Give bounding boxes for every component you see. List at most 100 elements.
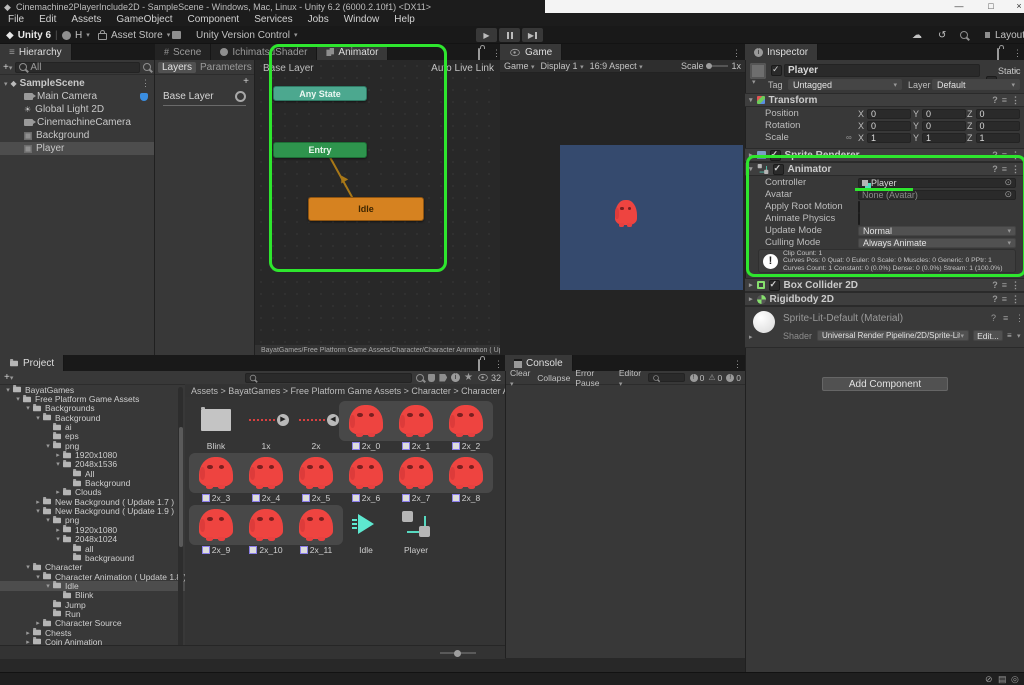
- material-caret[interactable]: ▾: [1017, 332, 1021, 340]
- project-tree-item-jump[interactable]: Jump: [0, 600, 185, 609]
- presets-icon[interactable]: ≡: [1002, 294, 1007, 304]
- foldout-caret[interactable]: ▾: [14, 395, 22, 403]
- notifications-muted-icon[interactable]: ⊘: [985, 674, 993, 685]
- project-tree-item-new-background-update-1-7-[interactable]: ▸New Background ( Update 1.7 ): [0, 497, 185, 506]
- foldout-caret[interactable]: ▸: [54, 488, 62, 496]
- kebab-icon[interactable]: ⋮: [1011, 280, 1020, 291]
- project-tree-item-character[interactable]: ▾Character: [0, 563, 185, 572]
- project-tree-item-backgraound[interactable]: backgraound: [0, 553, 185, 562]
- add-layer-button[interactable]: +: [243, 76, 249, 87]
- property-value[interactable]: Always Animate▾: [858, 238, 1016, 248]
- axis-input[interactable]: 0: [867, 109, 911, 119]
- menu-item-services[interactable]: Services: [254, 14, 292, 25]
- menu-item-jobs[interactable]: Jobs: [308, 14, 329, 25]
- search-filter-icon[interactable]: [143, 63, 151, 71]
- menu-item-file[interactable]: File: [8, 14, 24, 25]
- shader-edit-button[interactable]: Edit...: [973, 330, 1003, 341]
- kebab-icon[interactable]: ⋮: [1011, 164, 1020, 175]
- project-tree-item-eps[interactable]: eps: [0, 432, 185, 441]
- hierarchy-scene-row[interactable]: ▾◆SampleScene⋮: [0, 77, 154, 90]
- foldout-caret[interactable]: ▾: [24, 563, 32, 571]
- aspect-dropdown[interactable]: 16:9 Aspect ▾: [590, 61, 643, 71]
- version-control-button[interactable]: Unity Version Control▾: [196, 26, 297, 44]
- project-tree-item-background[interactable]: ▾Background: [0, 413, 185, 422]
- base-layer-item[interactable]: Base Layer: [155, 88, 254, 105]
- kebab-icon[interactable]: ⋮: [1011, 95, 1020, 106]
- sign-in-status-icon[interactable]: ◎: [1011, 674, 1019, 685]
- state-node-entry[interactable]: Entry: [273, 142, 367, 158]
- foldout-caret[interactable]: ▸: [24, 629, 32, 637]
- auto-live-link-button[interactable]: Auto Live Link: [431, 63, 494, 74]
- layer-dropdown[interactable]: Default▾: [932, 79, 1020, 90]
- asset-2x-0[interactable]: 2x_0: [341, 401, 391, 451]
- project-tree-item-idle[interactable]: ▾Idle: [0, 581, 185, 590]
- project-tree-item-2048x1536[interactable]: ▾2048x1536: [0, 460, 185, 469]
- help-icon[interactable]: ?: [992, 95, 998, 105]
- component-enabled-checkbox[interactable]: [769, 280, 780, 291]
- hierarchy-search-input[interactable]: All: [15, 62, 140, 73]
- axis-input[interactable]: 0: [976, 109, 1020, 119]
- project-tree-item-character-source[interactable]: ▸Character Source: [0, 619, 185, 628]
- package-icon[interactable]: [428, 374, 436, 382]
- material-list-icon[interactable]: ≡: [1007, 331, 1012, 340]
- material-foldout-caret[interactable]: ▸: [749, 333, 753, 341]
- axis-input[interactable]: 1: [867, 133, 911, 143]
- kebab-icon[interactable]: ⋮: [141, 78, 150, 89]
- property-value[interactable]: Normal▾: [858, 226, 1016, 236]
- asset-2x-8[interactable]: 2x_8: [441, 453, 491, 503]
- display-dropdown[interactable]: Display 1 ▾: [541, 61, 584, 71]
- object-picker-icon[interactable]: ⊙: [1004, 190, 1012, 199]
- tab-inspector[interactable]: i Inspector: [745, 44, 818, 60]
- axis-input[interactable]: 1: [976, 133, 1020, 143]
- presets-icon[interactable]: ≡: [1002, 150, 1007, 160]
- project-tree-item-run[interactable]: Run: [0, 609, 185, 618]
- foldout-caret[interactable]: ▾: [54, 535, 62, 543]
- layers-tab[interactable]: Layers: [158, 62, 196, 73]
- state-node-any-state[interactable]: Any State: [273, 86, 367, 101]
- gameobject-icon[interactable]: [750, 63, 766, 79]
- asset-2x-9[interactable]: 2x_9: [191, 505, 241, 555]
- inspector-menu-icon[interactable]: ⋮: [1013, 48, 1022, 59]
- foldout-caret[interactable]: ▾: [34, 414, 42, 422]
- asset-2x[interactable]: ◀2x: [291, 401, 341, 451]
- project-tree-item-background[interactable]: Background: [0, 478, 185, 487]
- play-button[interactable]: ▶: [476, 28, 497, 42]
- transform-header[interactable]: ▾ Transform ? ≡ ⋮: [745, 93, 1024, 107]
- foldout-caret[interactable]: ▾: [34, 507, 42, 515]
- account-button[interactable]: H▾: [62, 26, 90, 44]
- foldout-caret[interactable]: ▸: [54, 451, 62, 459]
- project-tree-item-bayatgames[interactable]: ▾BayatGames: [0, 385, 185, 394]
- object-picker-icon[interactable]: ⊙: [1004, 178, 1012, 187]
- layout-dropdown[interactable]: Layout▾: [982, 26, 1024, 44]
- game-menu-icon[interactable]: ⋮: [732, 48, 741, 59]
- asset-2x-1[interactable]: 2x_1: [391, 401, 441, 451]
- foldout-caret[interactable]: ▾: [44, 516, 52, 524]
- tab-animator[interactable]: Animator: [317, 44, 388, 60]
- project-tree-item-new-background-update-1-9-[interactable]: ▾New Background ( Update 1.9 ): [0, 506, 185, 515]
- help-icon[interactable]: ?: [992, 164, 998, 174]
- info-icon[interactable]: i: [451, 373, 460, 382]
- kebab-icon[interactable]: ⋮: [1011, 150, 1020, 161]
- project-tree-item-png[interactable]: ▾png: [0, 441, 185, 450]
- help-icon[interactable]: ?: [992, 294, 998, 304]
- hierarchy-item-background[interactable]: Background: [0, 129, 154, 142]
- foldout-caret[interactable]: ▾: [44, 582, 52, 590]
- project-breadcrumb[interactable]: Assets > BayatGames > Free Platform Game…: [185, 384, 505, 398]
- property-checkbox[interactable]: [858, 201, 860, 213]
- console-menu-icon[interactable]: ⋮: [733, 359, 742, 370]
- project-tree-item-chests[interactable]: ▸Chests: [0, 628, 185, 637]
- property-value[interactable]: [858, 214, 1016, 224]
- asset-2x-4[interactable]: 2x_4: [241, 453, 291, 503]
- presets-icon[interactable]: ≡: [1002, 280, 1007, 290]
- asset-2x-3[interactable]: 2x_3: [191, 453, 241, 503]
- asset-store-button[interactable]: Asset Store▾: [98, 26, 170, 44]
- search-icon[interactable]: [960, 26, 968, 44]
- asset-2x-2[interactable]: 2x_2: [441, 401, 491, 451]
- project-tree-scrollbar[interactable]: [178, 387, 183, 655]
- project-tree-item-blink[interactable]: Blink: [0, 591, 185, 600]
- asset-idle[interactable]: Idle: [341, 505, 391, 555]
- kebab-icon[interactable]: ⋮: [1011, 294, 1020, 305]
- game-view-mode-dropdown[interactable]: Game ▾: [504, 61, 535, 71]
- asset-2x-5[interactable]: 2x_5: [291, 453, 341, 503]
- history-icon[interactable]: ↺: [938, 26, 946, 44]
